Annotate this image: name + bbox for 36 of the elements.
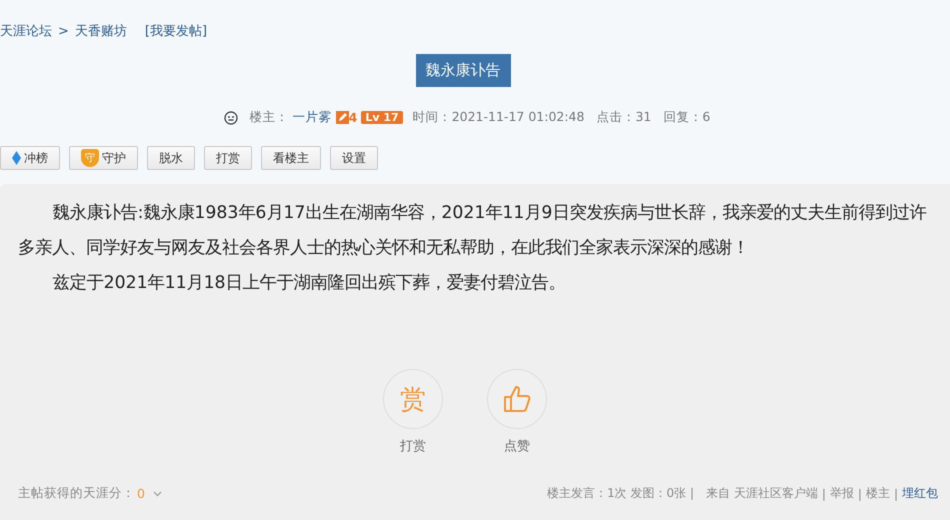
breadcrumb-link[interactable]: 天香赌坊	[74, 22, 127, 40]
thumbs-up-icon	[502, 384, 532, 414]
source-label: 来自 天涯社区客户端	[706, 485, 818, 502]
face-icon	[224, 110, 238, 124]
shield-icon: 守	[81, 149, 99, 167]
action-label: 点赞	[504, 438, 530, 455]
post-paragraph: 魏永康讣告:魏永康1983年6月17出生在湖南华容，2021年11月9日突发疾病与世长辞，我亲爱的丈夫生前得到过许多亲人、同学好友与网友及社会各界人士的热心关怀和无私帮助，在此我们全家表示深深的感谢！	[18, 202, 928, 260]
level-badge: Lv 17	[361, 111, 403, 124]
toolbar-button[interactable]: 冲榜	[0, 146, 60, 170]
post-count: 4	[348, 110, 358, 125]
breadcrumb-link[interactable]: 天涯论坛	[0, 22, 52, 40]
new-post-link[interactable]: [我要发帖]	[144, 22, 208, 40]
post-time: 时间：2021-11-17 01:02:48	[412, 109, 584, 126]
post-paragraph: 兹定于2021年11月18日上午于湖南隆回出殡下葬，爱妻付碧泣告。	[52, 272, 567, 295]
author-label: 楼主：	[250, 109, 289, 126]
toolbar-button[interactable]: 看楼主	[261, 146, 321, 170]
separator: |	[894, 486, 898, 500]
score-label: 主帖获得的天涯分：	[18, 485, 135, 502]
toolbar-button[interactable]: 设置	[330, 146, 378, 170]
toolbar-button[interactable]: 守 守护	[69, 146, 138, 170]
score-value: 0	[137, 486, 145, 501]
post-stats: 楼主发言：1次 发图：0张 |	[547, 485, 694, 502]
diamond-icon	[12, 151, 21, 165]
toolbar-button[interactable]: 打赏	[204, 146, 252, 170]
breadcrumb-separator: >	[58, 24, 69, 38]
action-label: 打赏	[400, 438, 426, 455]
toolbar-button[interactable]: 脱水	[147, 146, 195, 170]
chevron-down-icon[interactable]	[152, 490, 162, 496]
separator: |	[822, 486, 826, 500]
reply-count: 回复：6	[663, 109, 710, 126]
pencil-icon	[336, 111, 349, 124]
footer-link[interactable]: 埋红包	[902, 485, 938, 502]
author-name[interactable]: 一片雾	[292, 109, 332, 126]
click-count: 点击：31	[596, 109, 652, 126]
post-title: 魏永康讣告	[416, 54, 510, 87]
separator: |	[858, 486, 862, 500]
